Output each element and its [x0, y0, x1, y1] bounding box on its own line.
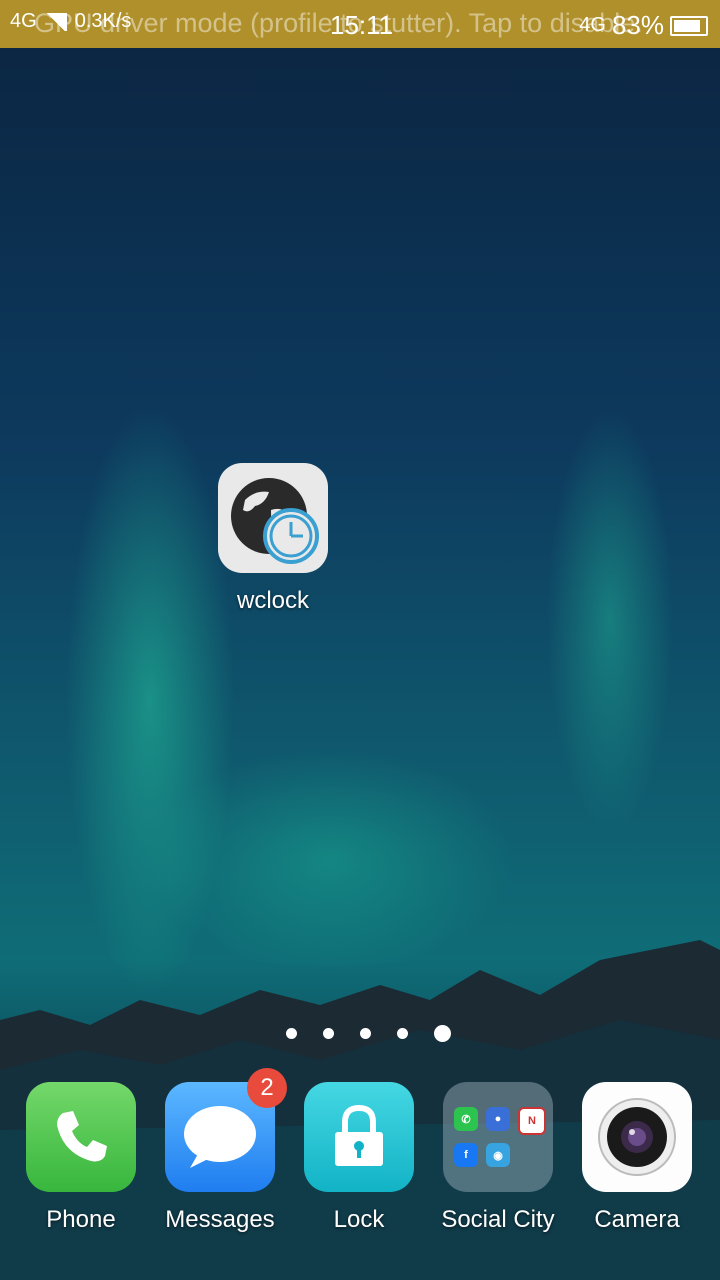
contacts-icon: ●: [486, 1107, 510, 1131]
page-dot[interactable]: [323, 1028, 334, 1039]
facebook-icon: f: [454, 1143, 478, 1167]
dock-messages[interactable]: 2 Messages: [160, 1068, 287, 1234]
app-label: Messages: [165, 1206, 275, 1233]
app-label: Lock: [333, 1206, 385, 1233]
dock-social-city-folder[interactable]: ✆ ● N f ◉ Social City: [438, 1082, 558, 1234]
app-label: wclock: [236, 587, 309, 614]
dock-lock[interactable]: Lock: [304, 1082, 414, 1234]
page-dot[interactable]: [360, 1028, 371, 1039]
page-dot[interactable]: [286, 1028, 297, 1039]
app-label: Phone: [46, 1206, 116, 1233]
chat-bubble-icon: 2: [165, 1068, 287, 1192]
page-dot[interactable]: [397, 1028, 408, 1039]
app-label: Social City: [441, 1206, 555, 1233]
battery-icon: [670, 15, 708, 36]
phone-icon: [26, 1082, 136, 1192]
page-indicator: [286, 1025, 451, 1042]
nif-icon: N: [518, 1107, 546, 1135]
whatsapp-icon: ✆: [454, 1107, 478, 1131]
world-clock-icon: [218, 463, 328, 573]
padlock-icon: [304, 1082, 414, 1192]
unread-badge: 2: [247, 1068, 287, 1108]
page-dot-active[interactable]: [434, 1025, 451, 1042]
folder-icon: ✆ ● N f ◉: [443, 1082, 553, 1192]
app-wclock[interactable]: wclock: [213, 463, 333, 615]
app-label: Camera: [594, 1206, 680, 1233]
dock-phone[interactable]: Phone: [26, 1082, 136, 1234]
status-bar: 4G 0.3K/s 15:11 4G 83% GPU driver mode (…: [0, 0, 720, 48]
network-type-label: 4G: [10, 10, 37, 32]
dock-camera[interactable]: Camera: [582, 1082, 692, 1234]
camera-lens-icon: [582, 1082, 692, 1192]
app-icon: ◉: [486, 1143, 510, 1167]
gpu-overlay-text: GPU driver mode (profile to stutter). Ta…: [34, 8, 643, 38]
